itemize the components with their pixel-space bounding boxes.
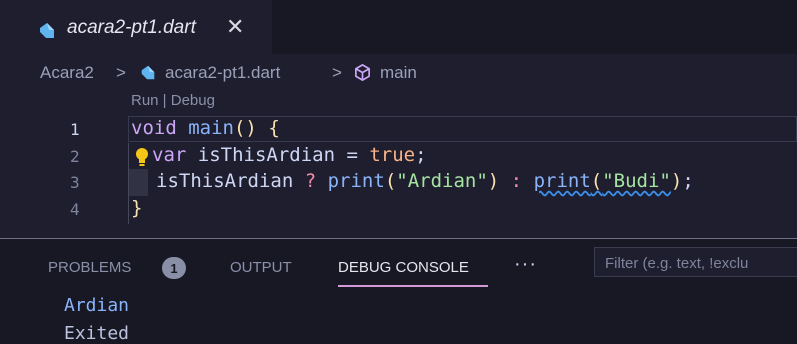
more-icon[interactable]: ···	[514, 253, 537, 276]
line-number: 2	[70, 147, 80, 166]
close-icon[interactable]: ✕	[226, 14, 244, 40]
codelens-run-debug[interactable]: Run | Debug	[131, 92, 215, 109]
code-line-2: 2 var isThisArdian = true;	[0, 143, 797, 170]
problems-count-badge: 1	[162, 257, 186, 279]
tab-output[interactable]: OUTPUT	[230, 259, 292, 276]
code-line-4: 4 }	[0, 196, 797, 223]
breadcrumb-separator: >	[116, 63, 126, 82]
console-output-line: Ardian	[64, 295, 130, 316]
filter-box	[594, 247, 797, 278]
line-number: 1	[70, 120, 80, 139]
code-text: isThisArdian ? print("Ardian") : print("…	[156, 170, 694, 192]
cube-icon	[354, 64, 371, 81]
code-line-1: 1 void main() {	[0, 116, 797, 143]
bottom-panel: PROBLEMS 1 OUTPUT DEBUG CONSOLE ··· Ardi…	[0, 238, 797, 344]
filter-input[interactable]	[595, 248, 797, 278]
code-line-3: 3 isThisArdian ? print("Ardian") : print…	[0, 169, 797, 196]
editor-tab-acara2-pt1[interactable]: acara2-pt1.dart ✕	[0, 0, 272, 54]
breadcrumb: Acara2 > acara2-pt1.dart > main	[0, 54, 797, 90]
code-text: var isThisArdian = true;	[152, 144, 427, 166]
tab-debug-console[interactable]: DEBUG CONSOLE	[338, 259, 469, 276]
breadcrumb-symbol[interactable]: main	[380, 63, 417, 83]
warning-squiggle[interactable]: print("Budi"	[534, 170, 671, 192]
dart-icon	[141, 65, 155, 80]
tab-problems[interactable]: PROBLEMS	[48, 259, 131, 276]
code-text: }	[131, 197, 143, 219]
console-output-line: Exited	[64, 323, 130, 344]
breadcrumb-folder[interactable]: Acara2	[40, 63, 94, 83]
breadcrumb-separator: >	[332, 63, 342, 82]
editor-tab-bar: acara2-pt1.dart ✕	[0, 0, 797, 54]
lightbulb-icon[interactable]	[134, 147, 150, 167]
line-number: 4	[70, 200, 80, 219]
code-text: void main() {	[131, 117, 280, 139]
breadcrumb-file[interactable]: acara2-pt1.dart	[165, 63, 280, 83]
dart-icon	[40, 23, 54, 38]
line-number: 3	[70, 173, 80, 192]
active-tab-indicator	[338, 285, 488, 287]
tab-label: acara2-pt1.dart	[67, 17, 196, 38]
